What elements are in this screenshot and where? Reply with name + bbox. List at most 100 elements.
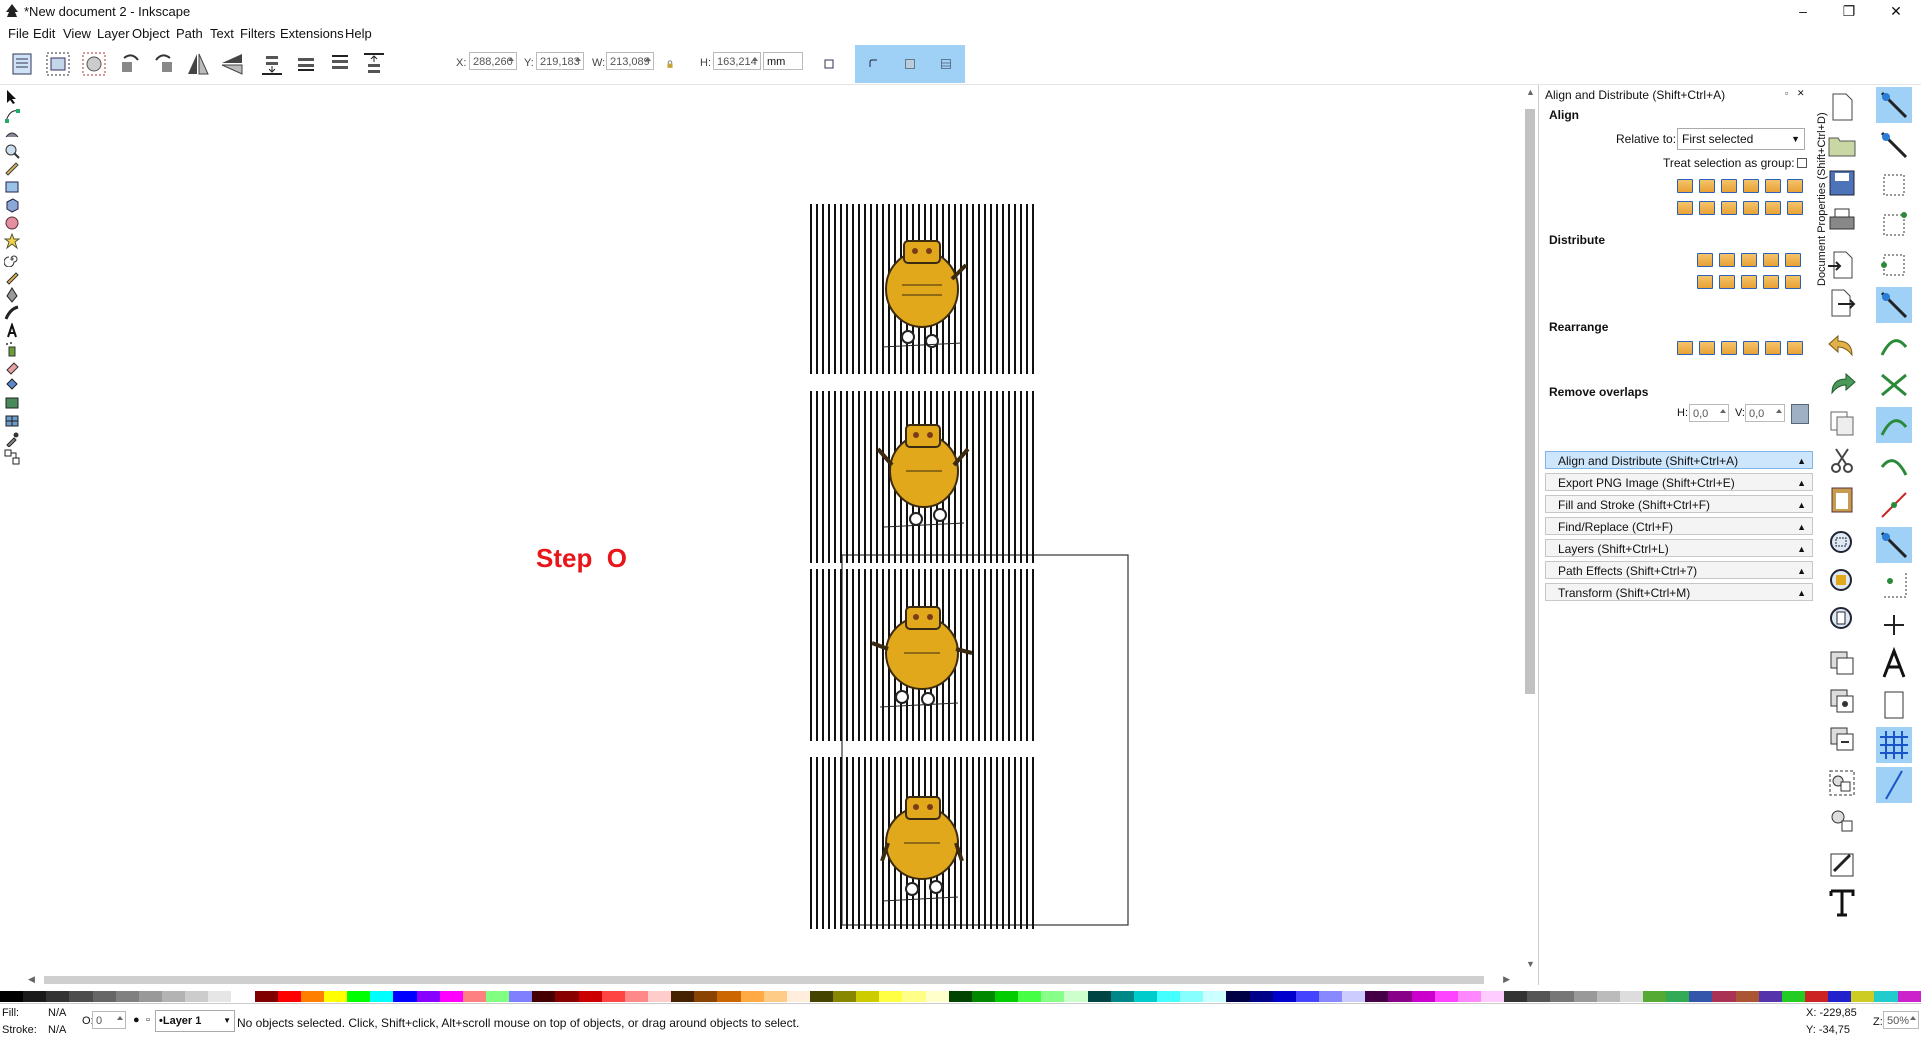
palette-swatch[interactable] xyxy=(370,991,394,1002)
palette-swatch[interactable] xyxy=(833,991,857,1002)
distribute-left-icon[interactable] xyxy=(1697,253,1713,267)
copy-icon[interactable] xyxy=(1826,407,1858,439)
palette-swatch[interactable] xyxy=(393,991,417,1002)
distribute-right-icon[interactable] xyxy=(1741,253,1757,267)
zoom-page-icon[interactable] xyxy=(1826,603,1858,635)
palette-swatch[interactable] xyxy=(948,991,972,1002)
tweak-tool-icon[interactable] xyxy=(4,125,20,141)
snap-rotation-center-toggle[interactable] xyxy=(1876,607,1912,643)
dock-iconify-icon[interactable]: ▫ xyxy=(1785,88,1788,98)
snap-bbox-edges-toggle[interactable] xyxy=(1876,167,1912,203)
unlink-clone-icon[interactable] xyxy=(1826,723,1858,755)
connector-tool-icon[interactable] xyxy=(4,449,20,465)
palette-swatch[interactable] xyxy=(671,991,695,1002)
robot-frame-1[interactable] xyxy=(810,204,1034,374)
zoom-selection-icon[interactable] xyxy=(1826,527,1858,559)
palette-swatch[interactable] xyxy=(1342,991,1366,1002)
dialog-tab-export-png[interactable]: Export PNG Image (Shift+Ctrl+E) ▲ xyxy=(1545,473,1813,491)
align-right-icon[interactable] xyxy=(1743,179,1759,193)
text-font-icon[interactable] xyxy=(1826,887,1858,919)
drawing-canvas[interactable]: Step O xyxy=(24,85,1514,973)
exchange-positions-icon[interactable] xyxy=(1677,341,1693,355)
y-spinbox[interactable]: 219,183 xyxy=(536,52,584,70)
clone-icon[interactable] xyxy=(1826,685,1858,717)
layer-visibility-icon[interactable]: ● xyxy=(133,1014,140,1026)
flip-vertical-button[interactable] xyxy=(216,48,248,80)
mesh-tool-icon[interactable] xyxy=(4,413,20,429)
lower-to-bottom-button[interactable] xyxy=(256,48,288,80)
scroll-right-icon[interactable]: ▶ xyxy=(1503,974,1510,985)
zoom-drawing-icon[interactable] xyxy=(1826,565,1858,597)
text-tool-icon[interactable] xyxy=(4,323,20,339)
align-baselines-icon[interactable] xyxy=(1787,201,1803,215)
cut-icon[interactable] xyxy=(1826,445,1858,477)
palette-swatch[interactable] xyxy=(416,991,440,1002)
stroke-value[interactable]: N/A xyxy=(48,1024,66,1036)
remove-overlaps-button[interactable] xyxy=(1791,404,1809,424)
group-icon[interactable] xyxy=(1826,767,1858,799)
palette-swatch[interactable] xyxy=(138,991,162,1002)
robot-frame-4[interactable] xyxy=(810,757,1034,929)
palette-swatch[interactable] xyxy=(740,991,764,1002)
palette-swatch[interactable] xyxy=(1735,991,1759,1002)
palette-swatch[interactable] xyxy=(555,991,579,1002)
distribute-baselines-h-icon[interactable] xyxy=(1785,253,1801,267)
palette-swatch[interactable] xyxy=(1642,991,1667,1002)
palette-swatch[interactable] xyxy=(1758,991,1782,1002)
distribute-bottom-icon[interactable] xyxy=(1741,275,1757,289)
palette-swatch[interactable] xyxy=(1689,991,1713,1002)
snap-smooth-nodes-toggle[interactable] xyxy=(1876,447,1912,483)
distribute-gaps-v-icon[interactable] xyxy=(1763,275,1779,289)
distribute-baselines-v-icon[interactable] xyxy=(1785,275,1801,289)
raise-to-top-button[interactable] xyxy=(358,48,390,80)
dialog-tab-fill-stroke[interactable]: Fill and Stroke (Shift+Ctrl+F) ▲ xyxy=(1545,495,1813,513)
pencil-tool-icon[interactable] xyxy=(4,269,20,285)
menu-file[interactable]: File xyxy=(8,26,29,41)
open-folder-icon[interactable] xyxy=(1826,129,1858,161)
distribute-centers-v-icon[interactable] xyxy=(1719,275,1735,289)
dropper-tool-icon[interactable] xyxy=(4,431,20,447)
measure-tool-icon[interactable] xyxy=(4,161,20,177)
palette-swatch[interactable] xyxy=(902,991,926,1002)
dialog-tab-path-effects[interactable]: Path Effects (Shift+Ctrl+7) ▲ xyxy=(1545,561,1813,579)
palette-swatch[interactable] xyxy=(1133,991,1158,1002)
w-spinbox[interactable]: 213,089 xyxy=(606,52,654,70)
align-left-edges-icon[interactable] xyxy=(1765,179,1781,193)
menu-text[interactable]: Text xyxy=(210,26,234,41)
palette-swatch[interactable] xyxy=(208,991,232,1002)
palette-swatch[interactable] xyxy=(231,991,255,1002)
x-spinbox[interactable]: 288,260 xyxy=(469,52,517,70)
deselect-button[interactable] xyxy=(78,48,110,80)
palette-swatch[interactable] xyxy=(1295,991,1320,1002)
palette-swatch[interactable] xyxy=(277,991,301,1002)
palette-swatch[interactable] xyxy=(1064,991,1088,1002)
robot-frame-3[interactable] xyxy=(810,569,1034,741)
close-button[interactable]: ✕ xyxy=(1873,0,1919,22)
paste-icon[interactable] xyxy=(1826,483,1858,515)
palette-swatch[interactable] xyxy=(23,991,47,1002)
rectangle-tool-icon[interactable] xyxy=(4,179,20,195)
palette-swatch[interactable] xyxy=(185,991,209,1002)
snap-intersections-toggle[interactable] xyxy=(1876,367,1912,403)
dialog-tab-find-replace[interactable]: Find/Replace (Ctrl+F) ▲ xyxy=(1545,517,1813,535)
exchange-z-order-icon[interactable] xyxy=(1699,341,1715,355)
scale-corners-toggle[interactable] xyxy=(863,53,885,75)
palette-swatch[interactable] xyxy=(1874,991,1898,1002)
distribute-gaps-h-icon[interactable] xyxy=(1763,253,1779,267)
palette-swatch[interactable] xyxy=(971,991,996,1002)
overlap-h-spinbox[interactable]: 0,0 xyxy=(1689,404,1729,422)
unclump-icon[interactable] xyxy=(1765,341,1781,355)
palette-swatch[interactable] xyxy=(254,991,278,1002)
palette-swatch[interactable] xyxy=(300,991,324,1002)
palette-swatch[interactable] xyxy=(485,991,510,1002)
align-top-edges-icon[interactable] xyxy=(1765,201,1781,215)
palette-swatch[interactable] xyxy=(1666,991,1690,1002)
calligraphy-tool-icon[interactable] xyxy=(4,305,20,321)
palette-swatch[interactable] xyxy=(647,991,672,1002)
fill-value[interactable]: N/A xyxy=(48,1007,66,1019)
palette-swatch[interactable] xyxy=(856,991,880,1002)
palette-swatch[interactable] xyxy=(694,991,718,1002)
menu-extensions[interactable]: Extensions xyxy=(280,26,344,41)
palette-swatch[interactable] xyxy=(1249,991,1273,1002)
palette-swatch[interactable] xyxy=(1851,991,1875,1002)
